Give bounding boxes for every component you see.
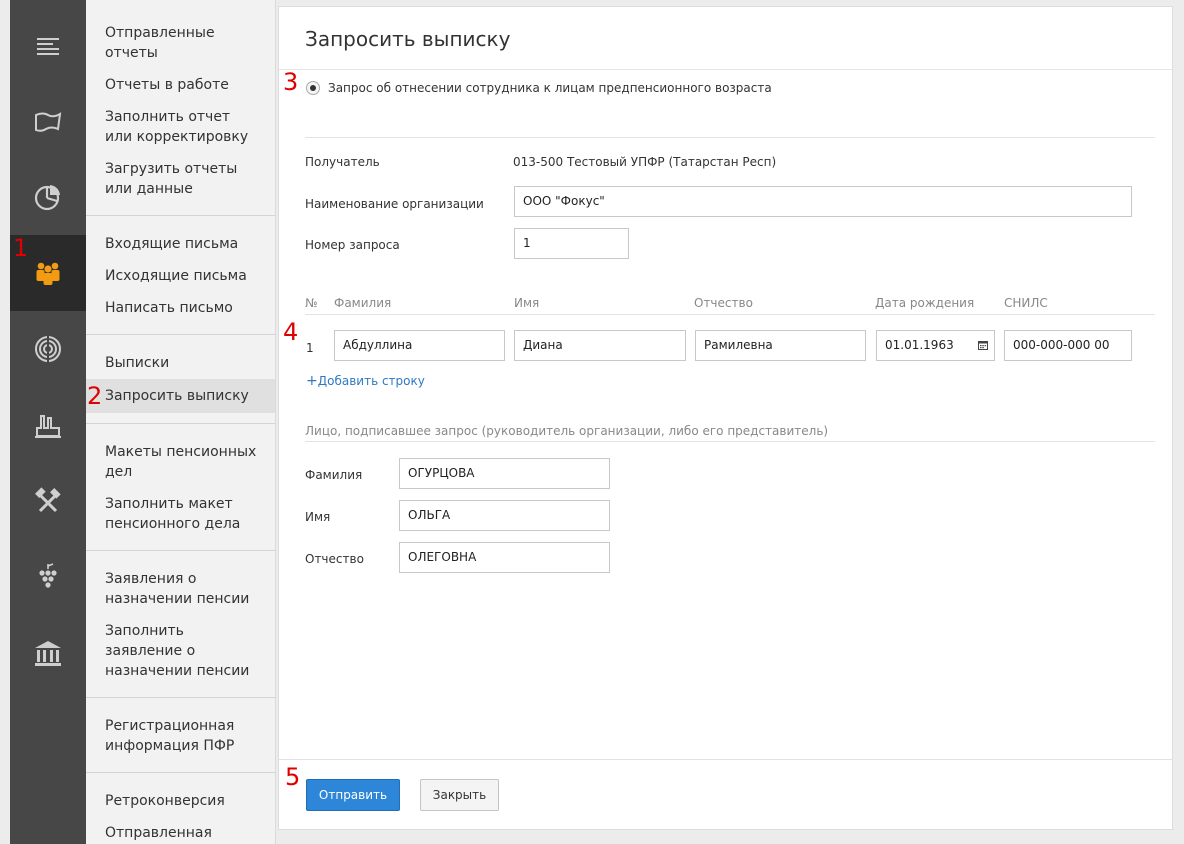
column-header-first-name: Имя [514,296,540,310]
column-header-last-name: Фамилия [334,296,392,310]
menu-item-upload-reports[interactable]: Загрузить отчеты или данные [86,153,275,205]
request-type-radio[interactable] [306,81,320,95]
menu-item-label: Выписки [105,355,170,371]
birth-date-input[interactable]: 01.01.1963 [876,330,995,361]
footer-divider [279,759,1172,760]
signer-last-name-label: Фамилия [305,468,363,482]
menu-item-label: Отчеты в работе [105,77,229,93]
signer-first-name-input[interactable]: ОЛЬГА [399,500,610,531]
menu-item-label: Заполнить макет пенсионного дела [105,496,241,532]
menu-group-letters: Входящие письма Исходящие письма Написат… [86,216,275,335]
signer-first-name-label: Имя [305,510,331,524]
menu-item-sent-retroconversion[interactable]: Отправленная ретроконверсия [86,817,275,844]
menu-item-label: Регистрационная информация ПФР [105,718,235,754]
column-header-number: № [305,296,318,310]
menu-item-fill-pension-application[interactable]: Заполнить заявление о назначении пенсии [86,615,275,687]
menu-item-label: Отправленная ретроконверсия [105,825,212,841]
column-header-birth-date: Дата рождения [875,296,975,310]
tools-icon[interactable] [10,463,86,539]
column-header-snils: СНИЛС [1004,296,1048,310]
menu-item-incoming-letters[interactable]: Входящие письма [86,228,275,260]
menu-item-label: Написать письмо [105,300,233,316]
row-number: 1 [306,341,314,355]
annotation-marker-5: 5 [285,763,301,791]
request-type-label: Запрос об отнесении сотрудника к лицам п… [328,81,772,95]
org-name-label: Наименование организации [305,197,484,211]
menu-item-label: Входящие письма [105,236,239,252]
menu-item-label: Заполнить заявление о назначении пенсии [105,623,250,679]
menu-item-label: Макеты пенсионных дел [105,444,257,480]
annotation-marker-3: 3 [283,68,299,96]
menu-item-sent-reports[interactable]: Отправленные отчеты [86,21,275,69]
table-header-divider [305,314,1155,315]
menu-item-registration-info[interactable]: Регистрационная информация ПФР [86,710,275,762]
menu-item-label: Заполнить отчет или корректировку [105,109,249,145]
menu-item-label: Запросить выписку [105,388,249,404]
signer-divider [305,441,1155,442]
menu-group-pension-applications: Заявления о назначении пенсии Заполнить … [86,551,275,698]
org-name-input[interactable]: ООО "Фокус" [514,186,1132,217]
calendar-icon[interactable] [978,340,988,350]
close-button[interactable]: Закрыть [420,779,499,811]
menu-item-reports-in-work[interactable]: Отчеты в работе [86,69,275,101]
menu-item-outgoing-letters[interactable]: Исходящие письма [86,260,275,292]
plus-icon: + [306,373,318,389]
menu-group-registration: Регистрационная информация ПФР [86,698,275,773]
grapes-icon[interactable] [10,539,86,615]
menu-item-label: Отправленные отчеты [105,25,215,61]
menu-item-label: Заявления о назначении пенсии [105,571,250,607]
menu-item-label: Ретроконверсия [105,793,225,809]
menu-item-label: Исходящие письма [105,268,247,284]
menu-group-reports: Отправленные отчеты Отчеты в работе Запо… [86,0,275,216]
factory-icon[interactable] [10,387,86,463]
bank-icon[interactable] [10,615,86,691]
first-name-input[interactable]: Диана [514,330,686,361]
menu-item-label: Загрузить отчеты или данные [105,161,238,197]
middle-name-input[interactable]: Рамилевна [695,330,866,361]
menu-item-statements[interactable]: Выписки [86,347,275,379]
header-divider [279,69,1172,70]
pie-chart-icon[interactable] [10,159,86,235]
menu-item-pension-applications[interactable]: Заявления о назначении пенсии [86,563,275,615]
menu-item-write-letter[interactable]: Написать письмо [86,292,275,324]
menu-item-retroconversion[interactable]: Ретроконверсия [86,785,275,817]
snils-input[interactable]: 000-000-000 00 [1004,330,1132,361]
menu-group-retroconversion: Ретроконверсия Отправленная ретроконверс… [86,773,275,844]
add-row-label: Добавить строку [317,374,425,388]
column-header-middle-name: Отчество [694,296,753,310]
menu-item-fill-report[interactable]: Заполнить отчет или корректировку [86,101,275,153]
request-number-label: Номер запроса [305,238,400,252]
annotation-marker-4: 4 [283,318,299,346]
divider [305,137,1155,138]
reports-icon[interactable] [10,8,86,84]
send-button[interactable]: Отправить [306,779,400,811]
signer-middle-name-input[interactable]: ОЛЕГОВНА [399,542,610,573]
add-row-link[interactable]: +Добавить строку [306,373,425,389]
icon-rail [10,0,86,844]
annotation-marker-2: 2 [87,382,103,410]
request-type-option[interactable]: Запрос об отнесении сотрудника к лицам п… [306,81,772,95]
menu-group-statements: Выписки Запросить выписку [86,335,275,424]
section-menu: Отправленные отчеты Отчеты в работе Запо… [86,0,276,844]
signer-last-name-input[interactable]: ОГУРЦОВА [399,458,610,489]
signer-middle-name-label: Отчество [305,552,364,566]
menu-group-pension-files: Макеты пенсионных дел Заполнить макет пе… [86,424,275,551]
request-number-input[interactable]: 1 [514,228,629,259]
recipient-label: Получатель [305,155,380,169]
mail-icon[interactable] [10,83,86,159]
recipient-value: 013-500 Тестовый УПФР (Татарстан Респ) [513,155,777,169]
menu-item-request-statement[interactable]: Запросить выписку [86,379,275,413]
page-title: Запросить выписку [305,27,511,51]
request-statement-panel: Запросить выписку Запрос об отнесении со… [278,6,1173,830]
target-icon[interactable] [10,311,86,387]
menu-item-fill-pension-layout[interactable]: Заполнить макет пенсионного дела [86,488,275,540]
menu-item-pension-file-layouts[interactable]: Макеты пенсионных дел [86,436,275,488]
birth-date-value: 01.01.1963 [885,338,954,352]
last-name-input[interactable]: Абдуллина [334,330,505,361]
annotation-marker-1: 1 [13,234,29,262]
signer-heading: Лицо, подписавшее запрос (руководитель о… [305,424,829,438]
